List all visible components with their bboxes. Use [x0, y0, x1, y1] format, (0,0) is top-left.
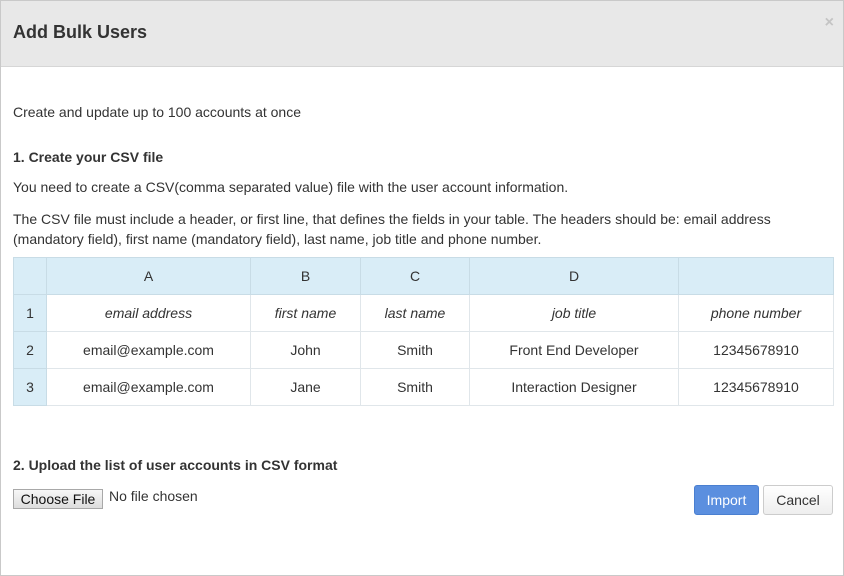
row-number: 1: [13, 294, 47, 332]
modal-title: Add Bulk Users: [13, 22, 148, 42]
table-cell: job title: [469, 294, 679, 332]
intro-text: Create and update up to 100 accounts at …: [13, 104, 301, 120]
add-bulk-users-modal: Add Bulk Users × Create and update up to…: [0, 0, 844, 576]
import-button[interactable]: Import: [694, 485, 759, 515]
table-cell: email address: [46, 294, 251, 332]
table-header-row: A B C D: [13, 257, 834, 295]
table-cell: John: [250, 331, 361, 369]
table-cell: Smith: [360, 331, 470, 369]
cancel-button[interactable]: Cancel: [763, 485, 833, 515]
table-cell: Front End Developer: [469, 331, 679, 369]
step1-headers-description: The CSV file must include a header, or f…: [13, 211, 771, 247]
column-header: [678, 257, 834, 295]
table-row: 2 email@example.com John Smith Front End…: [13, 331, 834, 369]
table-corner-cell: [13, 257, 47, 295]
table-cell: Interaction Designer: [469, 368, 679, 406]
table-cell: email@example.com: [46, 331, 251, 369]
column-header: C: [360, 257, 470, 295]
column-header: D: [469, 257, 679, 295]
table-cell: Smith: [360, 368, 470, 406]
column-header: A: [46, 257, 251, 295]
column-header: B: [250, 257, 361, 295]
table-cell: Jane: [250, 368, 361, 406]
table-cell: email@example.com: [46, 368, 251, 406]
csv-example-table: A B C D 1 email address first name last …: [13, 257, 834, 406]
step1-description: You need to create a CSV(comma separated…: [13, 179, 569, 195]
table-cell: phone number: [678, 294, 834, 332]
file-status-text: No file chosen: [109, 488, 198, 504]
table-row: 3 email@example.com Jane Smith Interacti…: [13, 368, 834, 406]
table-cell: 12345678910: [678, 368, 834, 406]
row-number: 3: [13, 368, 47, 406]
modal-header: Add Bulk Users ×: [1, 1, 843, 67]
table-row: 1 email address first name last name job…: [13, 294, 834, 332]
row-number: 2: [13, 331, 47, 369]
step2-title: 2. Upload the list of user accounts in C…: [13, 457, 338, 473]
table-cell: first name: [250, 294, 361, 332]
table-cell: 12345678910: [678, 331, 834, 369]
step1-title: 1. Create your CSV file: [13, 149, 164, 165]
table-cell: last name: [360, 294, 470, 332]
close-icon[interactable]: ×: [825, 13, 834, 33]
choose-file-button[interactable]: Choose File: [13, 489, 103, 509]
